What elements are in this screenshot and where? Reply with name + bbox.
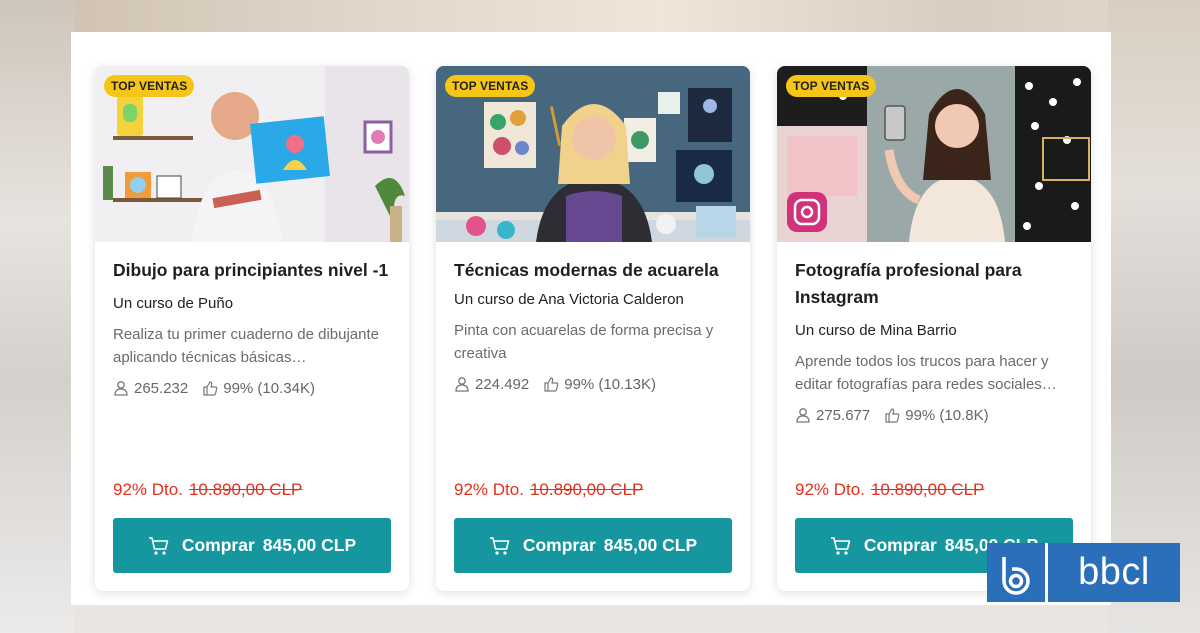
course-card[interactable]: TOP VENTAS Dibujo para principiantes niv… (95, 66, 409, 591)
buy-price: 845,00 CLP (603, 535, 698, 555)
discount-label: 92% Dto. (795, 480, 865, 499)
background-blur-top (0, 0, 1200, 32)
user-icon (454, 376, 470, 392)
bbcl-logo-mark-icon (987, 543, 1045, 602)
original-price: 10.890,00 CLP (188, 480, 303, 499)
students-count: 224.492 (475, 375, 530, 393)
price-info: 92% Dto. 10.890,00 CLP (113, 480, 302, 500)
top-sales-badge: TOP VENTAS (104, 75, 195, 97)
buy-label: Comprar (522, 535, 596, 555)
top-sales-badge: TOP VENTAS (445, 75, 536, 97)
course-stats: 224.492 99% (10.13K) (454, 373, 732, 395)
course-stats: 265.232 99% (10.34K) (113, 377, 391, 399)
students-count: 275.677 (816, 406, 871, 424)
buy-label: Comprar (181, 535, 255, 555)
course-author: Un curso de Ana Victoria Calderon (454, 291, 684, 308)
bbcl-logo-text: bbcl (1048, 543, 1180, 602)
rating-value: 99% (10.8K) (905, 406, 989, 424)
course-thumbnail[interactable]: TOP VENTAS (436, 66, 750, 242)
rating-value: 99% (10.13K) (564, 375, 656, 393)
original-price: 10.890,00 CLP (529, 480, 644, 499)
price-info: 92% Dto. 10.890,00 CLP (454, 480, 643, 500)
thumbs-up-icon (543, 376, 559, 392)
course-description: Realiza tu primer cuaderno de dibujante … (113, 326, 379, 366)
course-thumbnail[interactable]: TOP VENTAS (95, 66, 409, 242)
course-title[interactable]: Técnicas modernas de acuarela (454, 257, 732, 284)
discount-label: 92% Dto. (113, 480, 183, 499)
course-card[interactable]: TOP VENTAS Fotografía profesional para I… (777, 66, 1091, 591)
buy-button[interactable]: Comprar 845,00 CLP (454, 518, 732, 573)
cart-icon (148, 535, 170, 557)
buy-button[interactable]: Comprar 845,00 CLP (113, 518, 391, 573)
course-author: Un curso de Mina Barrio (795, 322, 957, 339)
buy-label: Comprar (863, 535, 937, 555)
thumbs-up-icon (202, 380, 218, 396)
cart-icon (830, 535, 852, 557)
original-price: 10.890,00 CLP (870, 480, 985, 499)
background-blur-right (1108, 0, 1200, 633)
discount-label: 92% Dto. (454, 480, 524, 499)
course-title[interactable]: Fotografía profesional para Instagram (795, 257, 1073, 311)
bbcl-logo: bbcl (987, 543, 1180, 602)
course-thumbnail[interactable]: TOP VENTAS (777, 66, 1091, 242)
course-title[interactable]: Dibujo para principiantes nivel -1 (113, 257, 391, 284)
course-description: Aprende todos los trucos para hacer y ed… (795, 353, 1057, 393)
background-blur-left (0, 0, 75, 633)
thumbs-up-icon (884, 407, 900, 423)
course-description: Pinta con acuarelas de forma precisa y c… (454, 322, 714, 362)
user-icon (113, 380, 129, 396)
top-sales-badge: TOP VENTAS (786, 75, 877, 97)
course-card[interactable]: TOP VENTAS Técnicas modernas de acuarela… (436, 66, 750, 591)
user-icon (795, 407, 811, 423)
rating-value: 99% (10.34K) (223, 379, 315, 397)
students-count: 265.232 (134, 379, 189, 397)
course-author: Un curso de Puño (113, 295, 234, 312)
cart-icon (489, 535, 511, 557)
course-stats: 275.677 99% (10.8K) (795, 404, 1073, 426)
price-info: 92% Dto. 10.890,00 CLP (795, 480, 984, 500)
buy-price: 845,00 CLP (262, 535, 357, 555)
